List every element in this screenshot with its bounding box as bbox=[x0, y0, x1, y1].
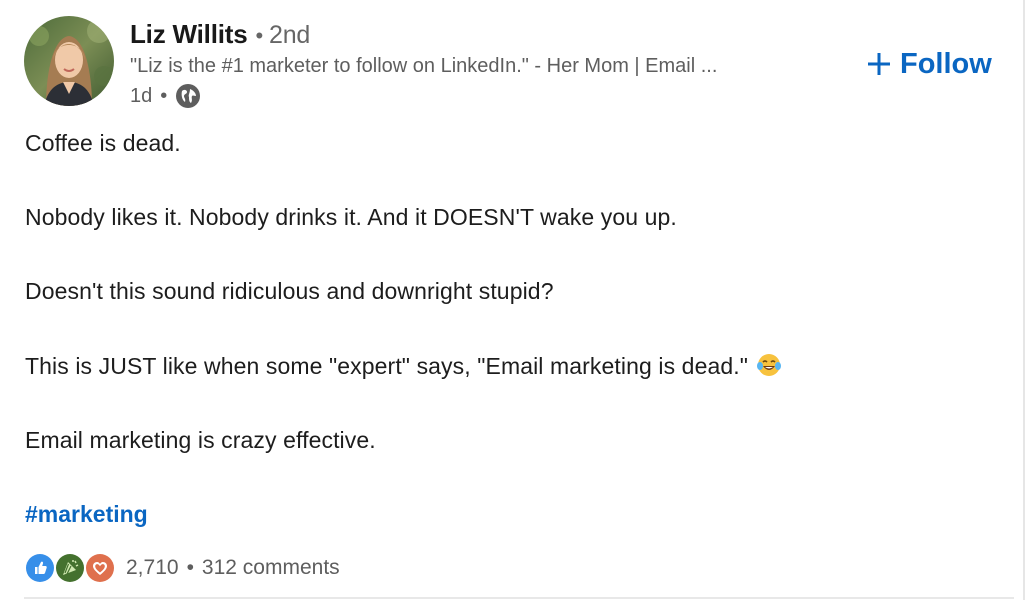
social-counts: 2,710 • 312 comments bbox=[24, 552, 340, 584]
plus-icon bbox=[866, 51, 892, 77]
globe-icon bbox=[175, 83, 201, 109]
celebrate-icon bbox=[54, 552, 86, 584]
connection-degree: 2nd bbox=[268, 21, 311, 49]
love-icon bbox=[84, 552, 116, 584]
post-paragraph-text: This is JUST like when some "expert" say… bbox=[25, 353, 748, 379]
post-card: Liz Willits • 2nd "Liz is the #1 marketer … bbox=[0, 0, 1025, 600]
reaction-count[interactable]: 2,710 bbox=[126, 556, 179, 580]
post-paragraph: Coffee is dead. bbox=[25, 130, 181, 156]
comments-count-link[interactable]: 312 comments bbox=[202, 556, 340, 580]
author-name[interactable]: Liz Willits bbox=[130, 19, 248, 49]
tears-of-joy-emoji-icon bbox=[756, 352, 782, 378]
follow-label: Follow bbox=[900, 47, 992, 80]
hashtag-link[interactable]: #marketing bbox=[25, 501, 148, 528]
divider bbox=[24, 597, 1014, 599]
author-name-line: Liz Willits • 2nd bbox=[130, 19, 310, 50]
social-separator: • bbox=[186, 556, 194, 579]
post-paragraph: Email marketing is crazy effective. bbox=[25, 427, 376, 453]
post-paragraph: Nobody likes it. Nobody drinks it. And i… bbox=[25, 204, 677, 230]
post-paragraph-with-emoji: This is JUST like when some "expert" say… bbox=[25, 352, 782, 380]
post-paragraph: Doesn't this sound ridiculous and downri… bbox=[25, 278, 554, 304]
meta-separator: • bbox=[160, 84, 168, 107]
like-icon bbox=[24, 552, 56, 584]
post-time: 1d bbox=[130, 84, 153, 107]
author-headline: "Liz is the #1 marketer to follow on Lin… bbox=[130, 55, 718, 77]
author-avatar[interactable] bbox=[24, 16, 114, 106]
reactions-summary[interactable] bbox=[24, 552, 116, 584]
follow-button[interactable]: Follow bbox=[866, 44, 992, 84]
post-meta: 1d • bbox=[130, 82, 201, 110]
name-separator: • bbox=[255, 23, 263, 48]
